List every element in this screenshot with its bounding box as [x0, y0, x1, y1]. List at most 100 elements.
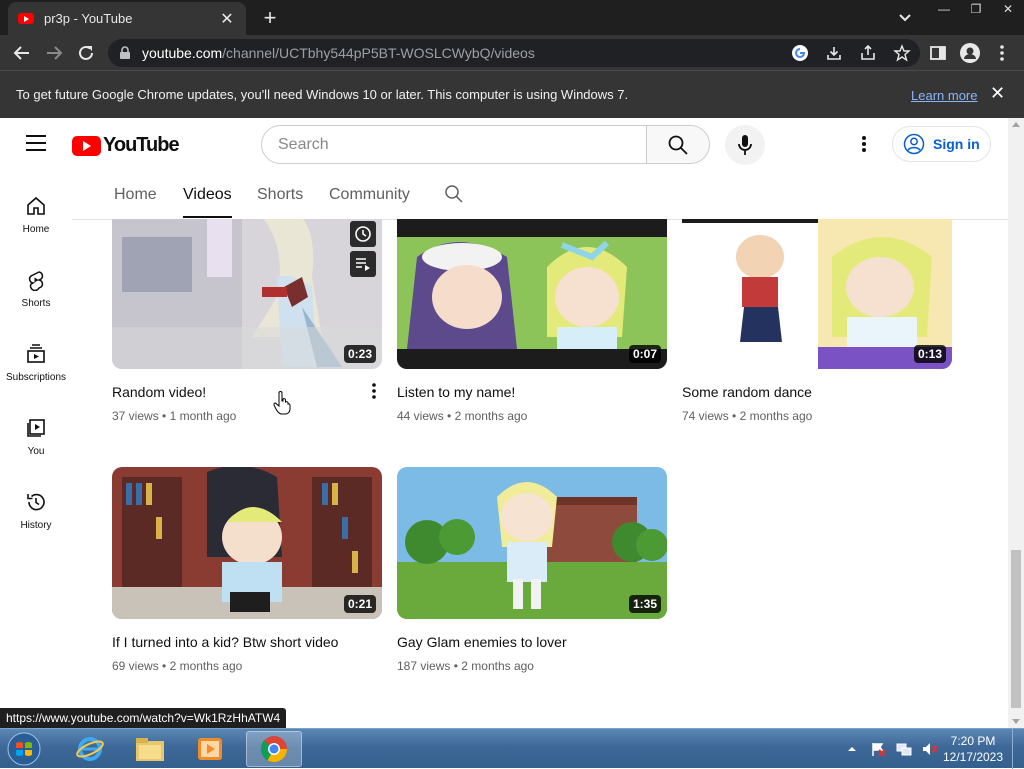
video-title[interactable]: Random video! — [112, 383, 382, 401]
profile-avatar-icon[interactable] — [958, 41, 982, 65]
close-window-button[interactable]: ✕ — [992, 0, 1024, 20]
youtube-page: YouTube Sign in Home Shorts — [0, 118, 1008, 728]
channel-search-icon[interactable] — [444, 184, 466, 206]
search-button[interactable] — [646, 125, 710, 164]
action-center-flag-icon[interactable] — [870, 741, 886, 757]
watch-later-clock-icon[interactable] — [350, 221, 376, 247]
url-path: /channel/UCTbhy544pP5BT-WOSLCWybQ/videos — [222, 45, 535, 61]
taskbar-clock[interactable]: 7:20 PM 12/17/2023 — [938, 733, 1008, 765]
video-meta: 69 views • 2 months ago — [112, 659, 382, 673]
scroll-down-arrow-icon[interactable] — [1012, 719, 1020, 724]
tab-community[interactable]: Community — [329, 186, 410, 204]
taskbar-chrome[interactable] — [246, 731, 302, 767]
scroll-up-arrow-icon[interactable] — [1012, 122, 1020, 127]
video-thumbnail[interactable]: 0:13 — [682, 219, 952, 369]
back-arrow-icon[interactable] — [10, 41, 34, 65]
url-host: youtube.com — [142, 45, 223, 61]
show-hidden-icons-arrow-icon[interactable] — [844, 741, 860, 757]
youtube-wordmark: YouTube — [103, 134, 180, 156]
bookmark-star-icon[interactable] — [892, 43, 912, 63]
sign-in-label: Sign in — [933, 136, 980, 152]
hand-cursor-icon — [273, 390, 291, 420]
side-panel-icon[interactable] — [926, 41, 950, 65]
install-app-icon[interactable] — [824, 43, 844, 63]
address-bar[interactable]: youtube.com/channel/UCTbhy544pP5BT-WOSLC… — [108, 39, 920, 67]
forward-arrow-icon[interactable] — [42, 41, 66, 65]
video-thumbnail[interactable]: 0:23 — [112, 219, 382, 369]
video-duration: 0:07 — [628, 345, 661, 363]
restore-button[interactable]: ❐ — [960, 0, 992, 20]
taskbar-file-explorer[interactable] — [122, 731, 178, 767]
video-thumbnail[interactable]: 0:07 — [397, 219, 667, 369]
clock-date: 12/17/2023 — [942, 750, 1004, 764]
video-title[interactable]: Some random dance — [682, 383, 952, 401]
lock-icon[interactable] — [118, 46, 132, 60]
new-tab-button[interactable]: + — [258, 5, 282, 31]
hamburger-menu-icon[interactable] — [26, 135, 46, 151]
network-icon[interactable] — [896, 741, 912, 757]
video-card[interactable]: 0:23 Random video! 37 views • 1 month ag… — [112, 219, 382, 423]
google-lens-icon[interactable] — [790, 43, 810, 63]
windows-orb-icon — [7, 732, 41, 766]
tab-shorts[interactable]: Shorts — [257, 186, 303, 204]
video-views: 74 views — [682, 409, 729, 423]
infobar-close-icon[interactable]: ✕ — [990, 83, 1005, 104]
meta-separator: • — [447, 409, 452, 423]
media-player-icon — [198, 738, 222, 760]
video-card[interactable]: 0:21 If I turned into a kid? Btw short v… — [112, 467, 382, 673]
chrome-menu-icon[interactable] — [990, 41, 1014, 65]
video-action-menu-icon[interactable] — [366, 381, 382, 401]
search-input[interactable] — [261, 125, 647, 164]
page-scrollbar[interactable] — [1008, 118, 1024, 728]
video-duration: 1:35 — [628, 595, 661, 613]
link-status-url: https://www.youtube.com/watch?v=Wk1RzHhA… — [0, 708, 287, 728]
video-duration: 0:13 — [913, 345, 946, 363]
folder-icon — [136, 738, 164, 761]
video-thumbnail[interactable]: 1:35 — [397, 467, 667, 619]
microphone-icon — [738, 135, 752, 155]
voice-search-button[interactable] — [725, 125, 765, 165]
video-age: 2 months ago — [169, 659, 243, 673]
internet-explorer-icon — [76, 737, 104, 761]
browser-tab[interactable]: pr3p - YouTube ✕ — [8, 2, 246, 35]
video-card[interactable]: 0:07 Listen to my name! 44 views • 2 mon… — [397, 219, 667, 423]
learn-more-link[interactable]: Learn more — [911, 88, 977, 103]
search-icon — [668, 135, 688, 155]
meta-separator: • — [162, 409, 167, 423]
add-to-queue-icon[interactable] — [350, 251, 376, 277]
tab-home[interactable]: Home — [114, 186, 157, 204]
video-title[interactable]: Gay Glam enemies to lover — [397, 633, 667, 651]
tab-videos[interactable]: Videos — [183, 186, 232, 218]
settings-more-icon[interactable] — [852, 132, 876, 156]
sign-in-button[interactable]: Sign in — [892, 126, 991, 162]
share-icon[interactable] — [858, 43, 878, 63]
system-tray — [844, 729, 938, 769]
video-duration: 0:23 — [343, 345, 376, 363]
taskbar-media-player[interactable] — [182, 731, 238, 767]
start-button[interactable] — [4, 731, 44, 767]
taskbar-internet-explorer[interactable] — [62, 731, 118, 767]
close-tab-icon[interactable]: ✕ — [218, 9, 236, 29]
clock-time: 7:20 PM — [950, 734, 996, 748]
infobar-message: To get future Google Chrome updates, you… — [16, 87, 629, 102]
meta-separator: • — [162, 659, 167, 673]
video-age: 2 months ago — [454, 409, 528, 423]
masthead: YouTube Sign in — [0, 118, 1008, 170]
minimize-button[interactable]: — — [928, 0, 960, 20]
video-card[interactable]: 1:35 Gay Glam enemies to lover 187 views… — [397, 467, 667, 673]
video-title[interactable]: If I turned into a kid? Btw short video — [112, 633, 382, 651]
video-thumbnail[interactable]: 0:21 — [112, 467, 382, 619]
channel-tabs: Home Videos Shorts Community — [72, 170, 1008, 220]
video-card[interactable]: 0:13 Some random dance 74 views • 2 mont… — [682, 219, 952, 423]
video-views: 44 views — [397, 409, 444, 423]
volume-muted-icon[interactable] — [922, 741, 938, 757]
scrollbar-thumb[interactable] — [1011, 550, 1021, 708]
video-meta: 187 views • 2 months ago — [397, 659, 667, 673]
update-infobar: To get future Google Chrome updates, you… — [0, 70, 1024, 118]
reload-icon[interactable] — [74, 41, 98, 65]
video-duration: 0:21 — [343, 595, 376, 613]
video-title[interactable]: Listen to my name! — [397, 383, 667, 401]
show-desktop-button[interactable] — [1012, 729, 1024, 769]
tab-search-chevron-icon[interactable] — [896, 8, 914, 26]
youtube-logo[interactable]: YouTube — [72, 134, 180, 157]
